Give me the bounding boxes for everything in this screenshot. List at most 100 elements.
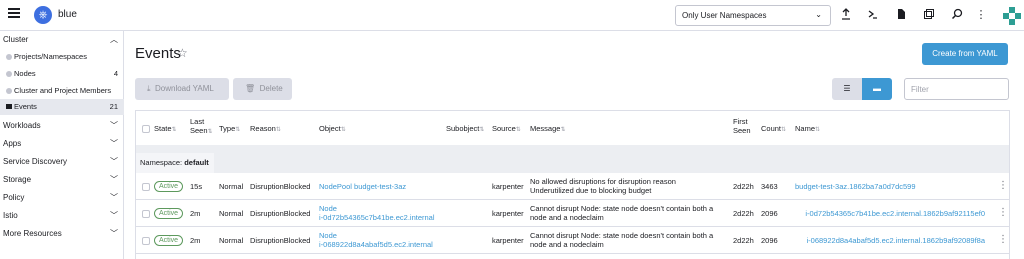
search-icon[interactable] — [950, 8, 964, 22]
list-view-button[interactable]: ☰ — [832, 78, 862, 100]
download-yaml-button[interactable]: ⤓ Download YAML — [135, 78, 229, 100]
column-header-type[interactable]: Type⇅ — [219, 124, 240, 135]
filter-input[interactable] — [904, 78, 1009, 100]
sidebar-group-label: Storage — [3, 175, 32, 184]
row-checkbox[interactable] — [142, 210, 150, 218]
delete-button[interactable]: 🗑 Delete — [233, 78, 292, 100]
chevron-down-icon: ⌄ — [815, 10, 822, 19]
last-seen-cell: 15s — [190, 182, 203, 191]
reason-cell: DisruptionBlocked — [250, 236, 311, 245]
more-vertical-icon[interactable]: ⋮ — [974, 8, 988, 22]
group-view-button[interactable]: ▬ — [862, 78, 892, 100]
sidebar-item-events[interactable]: Events 21 — [0, 99, 124, 115]
header-label: Object — [319, 124, 341, 133]
name-link[interactable]: i-0d72b54365c7b41be.ec2.internal.1862b9a… — [767, 209, 985, 218]
header-label: Source — [492, 124, 516, 133]
message-line-1: No allowed disruptions for disruption re… — [530, 177, 676, 186]
column-header-message[interactable]: Message⇅ — [530, 124, 565, 135]
sidebar-group-service-discovery[interactable]: Service Discovery ﹀ — [0, 153, 124, 171]
select-all-checkbox[interactable] — [142, 125, 150, 133]
create-from-yaml-button[interactable]: Create from YAML — [922, 43, 1008, 65]
sidebar-group-more-resources[interactable]: More Resources ﹀ — [0, 225, 124, 243]
name-link[interactable]: i-068922d8a4abaf5d5.ec2.internal.1862b9a… — [767, 236, 986, 245]
sidebar-item-label: Cluster and Project Members — [14, 86, 112, 95]
upload-icon[interactable] — [839, 8, 853, 22]
last-seen-cell: 2m — [190, 236, 201, 245]
column-header-state[interactable]: State⇅ — [154, 124, 177, 135]
object-link-detail[interactable]: i-068922d8a4abaf5d5.ec2.internal — [319, 240, 433, 249]
type-cell: Normal — [219, 182, 244, 191]
object-link[interactable]: Node — [319, 204, 337, 213]
sidebar-group-label: Cluster — [3, 35, 29, 44]
sidebar-group-policy[interactable]: Policy ﹀ — [0, 189, 124, 207]
sidebar-group-apps[interactable]: Apps ﹀ — [0, 135, 124, 153]
table-row[interactable]: Active 15s Normal DisruptionBlocked Node… — [136, 173, 1009, 200]
column-header-last-seen[interactable]: Last Seen⇅ — [190, 117, 213, 137]
column-header-count[interactable]: Count⇅ — [761, 124, 786, 135]
sidebar-group-label: Service Discovery — [3, 157, 68, 166]
table-row[interactable]: Active 2m Normal DisruptionBlocked Node … — [136, 200, 1009, 227]
message-line-1: Cannot disrupt Node: state node doesn't … — [530, 204, 714, 213]
sidebar-item-nodes[interactable]: Nodes 4 — [0, 66, 124, 82]
sidebar-item-cluster-members[interactable]: Cluster and Project Members — [0, 83, 124, 99]
sidebar-group-workloads[interactable]: Workloads ﹀ — [0, 117, 124, 135]
cluster-name[interactable]: blue — [58, 9, 77, 20]
column-header-name[interactable]: Name⇅ — [795, 124, 820, 135]
type-cell: Normal — [219, 209, 244, 218]
terminal-icon[interactable] — [866, 8, 880, 22]
object-link-detail[interactable]: i-0d72b54365c7b41be.ec2.internal — [319, 213, 435, 222]
sidebar-item-projects-namespaces[interactable]: Projects/Namespaces — [0, 49, 124, 65]
namespace-filter-value: Only User Namespaces — [682, 11, 767, 20]
row-actions-icon[interactable]: ⋮ — [998, 180, 1008, 191]
sort-icon: ⇅ — [515, 127, 521, 133]
kubernetes-logo-icon: ⎈ — [34, 6, 52, 24]
first-seen-cell: 2d22h — [733, 182, 754, 191]
row-checkbox[interactable] — [142, 183, 150, 191]
row-actions-icon[interactable]: ⋮ — [998, 207, 1008, 218]
sort-icon: ⇅ — [207, 129, 213, 135]
menu-icon[interactable] — [8, 8, 20, 20]
object-link[interactable]: Node — [319, 231, 337, 240]
sidebar-group-istio[interactable]: Istio ﹀ — [0, 207, 124, 225]
column-header-reason[interactable]: Reason⇅ — [250, 124, 281, 135]
sort-icon: ⇅ — [340, 127, 346, 133]
user-avatar[interactable] — [1003, 7, 1021, 25]
chevron-down-icon: ﹀ — [110, 193, 118, 202]
sidebar-item-count: 21 — [109, 102, 118, 111]
delete-label: Delete — [259, 84, 283, 93]
sidebar-group-label: More Resources — [3, 229, 62, 238]
reason-cell: DisruptionBlocked — [250, 182, 311, 191]
last-seen-cell: 2m — [190, 209, 201, 218]
column-header-first-seen[interactable]: First Seen — [733, 117, 757, 135]
object-link[interactable]: NodePool budget-test-3az — [319, 182, 406, 191]
file-icon[interactable] — [894, 8, 908, 22]
resource-icon — [6, 71, 12, 77]
row-checkbox[interactable] — [142, 237, 150, 245]
column-header-source[interactable]: Source⇅ — [492, 124, 521, 135]
sort-icon: ⇅ — [171, 127, 177, 133]
name-link[interactable]: budget-test-3az.1862ba7a0d7dc599 — [795, 182, 916, 191]
count-cell: 3463 — [761, 182, 778, 191]
star-icon[interactable]: ☆ — [177, 46, 188, 60]
namespace-filter-select[interactable]: Only User Namespaces ⌄ — [675, 5, 831, 26]
sort-icon: ⇅ — [560, 127, 566, 133]
chevron-down-icon: ﹀ — [110, 211, 118, 220]
main-content: Events ☆ Create from YAML ⤓ Download YAM… — [125, 31, 1024, 259]
header-label: Type — [219, 124, 236, 133]
sidebar-group-cluster[interactable]: Cluster ︿ — [0, 31, 124, 49]
table-row[interactable]: Active 2m Normal DisruptionBlocked Node … — [136, 227, 1009, 254]
download-yaml-label: Download YAML — [155, 84, 214, 93]
sidebar-group-label: Istio — [3, 211, 18, 220]
reason-cell: DisruptionBlocked — [250, 209, 311, 218]
type-cell: Normal — [219, 236, 244, 245]
chevron-down-icon: ﹀ — [110, 139, 118, 148]
copy-icon[interactable] — [922, 8, 936, 22]
row-actions-icon[interactable]: ⋮ — [998, 234, 1008, 245]
namespace-group-row: Namespace: default — [136, 145, 1009, 173]
chevron-down-icon: ﹀ — [110, 229, 118, 238]
page-title: Events — [135, 45, 181, 62]
sidebar-group-storage[interactable]: Storage ﹀ — [0, 171, 124, 189]
column-header-subobject[interactable]: Subobject⇅ — [446, 124, 484, 135]
resource-icon — [6, 88, 12, 94]
column-header-object[interactable]: Object⇅ — [319, 124, 346, 135]
